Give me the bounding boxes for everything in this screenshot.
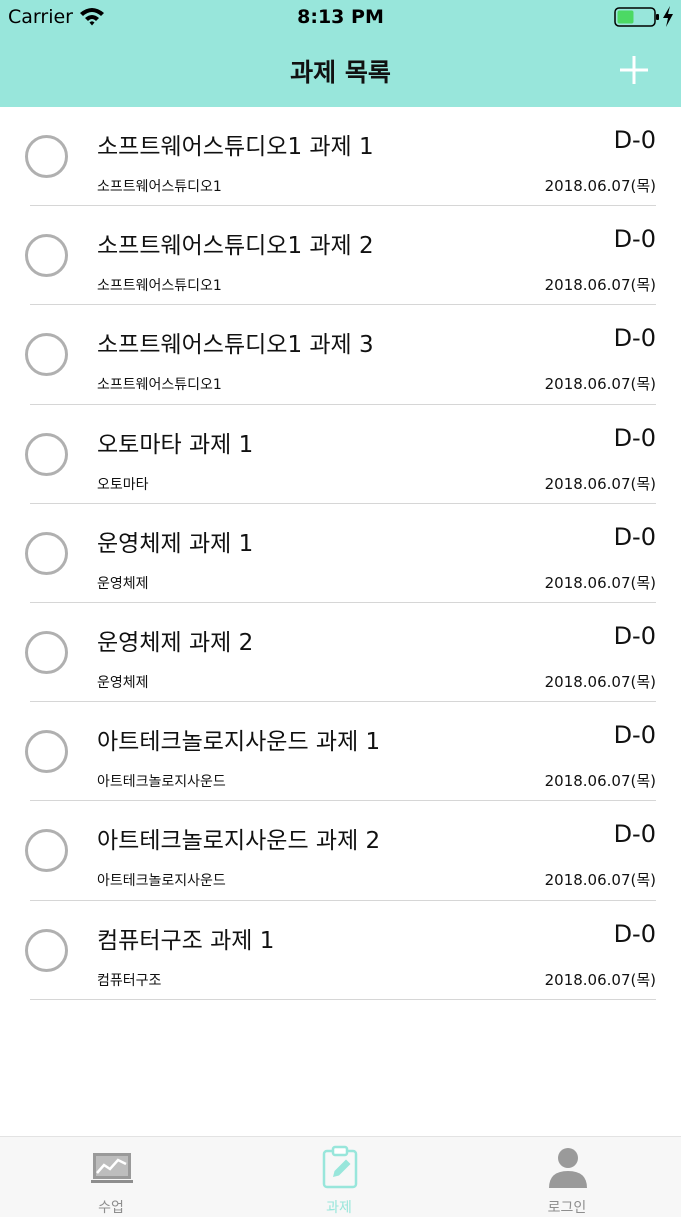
- assignment-row[interactable]: 소프트웨어스튜디오1 과제 3 D-0 소프트웨어스튜디오1 2018.06.0…: [0, 305, 681, 405]
- tab-assignments[interactable]: 과제: [279, 1137, 399, 1217]
- assignment-title: 운영체제 과제 2: [97, 629, 254, 656]
- assignment-row[interactable]: 오토마타 과제 1 D-0 오토마타 2018.06.07(목): [0, 405, 681, 504]
- tab-bar: 수업 과제 로그인: [0, 1136, 681, 1217]
- complete-checkbox[interactable]: [25, 333, 68, 377]
- due-date: 2018.06.07(목): [544, 672, 656, 691]
- complete-checkbox[interactable]: [25, 630, 68, 674]
- course-name: 소프트웨어스튜디오1: [97, 278, 222, 295]
- assignment-row[interactable]: 소프트웨어스튜디오1 과제 2 D-0 소프트웨어스튜디오1 2018.06.0…: [0, 206, 681, 306]
- battery-icon: [614, 7, 659, 27]
- tab-class[interactable]: 수업: [51, 1137, 171, 1217]
- course-name: 소프트웨어스튜디오1: [97, 179, 222, 195]
- clipboard-pencil-icon: [322, 1145, 358, 1189]
- navigation-header: Carrier 8:13 PM 과제 목록: [0, 0, 681, 107]
- complete-checkbox[interactable]: [25, 135, 68, 178]
- due-date: 2018.06.07(목): [544, 772, 656, 791]
- due-date: 2018.06.07(목): [544, 276, 656, 295]
- d-day-label: D-0: [613, 919, 656, 948]
- d-day-label: D-0: [613, 126, 656, 154]
- assignment-title: 소프트웨어스튜디오1 과제 1: [97, 134, 374, 160]
- assignment-row[interactable]: 운영체제 과제 2 D-0 운영체제 2018.06.07(목): [0, 603, 681, 703]
- course-name: 운영체제: [97, 575, 149, 592]
- course-name: 소프트웨어스튜디오1: [97, 377, 222, 394]
- complete-checkbox[interactable]: [25, 432, 68, 476]
- d-day-label: D-0: [613, 324, 656, 353]
- complete-checkbox[interactable]: [25, 531, 68, 575]
- d-day-label: D-0: [613, 820, 656, 849]
- assignment-row[interactable]: 운영체제 과제 1 D-0 운영체제 2018.06.07(목): [0, 504, 681, 603]
- assignment-title: 컴퓨터구조 과제 1: [97, 927, 275, 954]
- assignment-title: 소프트웨어스튜디오1 과제 3: [97, 332, 374, 359]
- charging-bolt-icon: [663, 6, 673, 27]
- tab-label: 수업: [98, 1200, 124, 1216]
- assignment-title: 아트테크놀로지사운드 과제 1: [97, 729, 381, 756]
- tab-login[interactable]: 로그인: [507, 1137, 627, 1217]
- due-date: 2018.06.07(목): [544, 474, 656, 493]
- assignment-list: 소프트웨어스튜디오1 과제 1 D-0 소프트웨어스튜디오1 2018.06.0…: [0, 107, 681, 1000]
- row-divider: [30, 998, 656, 1000]
- complete-checkbox[interactable]: [25, 730, 68, 774]
- assignment-title: 운영체제 과제 1: [97, 530, 254, 557]
- clock-time: 8:13 PM: [297, 6, 384, 28]
- due-date: 2018.06.07(목): [544, 573, 656, 592]
- page-title: 과제 목록: [290, 58, 391, 87]
- assignment-row[interactable]: 아트테크놀로지사운드 과제 1 D-0 아트테크놀로지사운드 2018.06.0…: [0, 702, 681, 802]
- assignment-title: 아트테크놀로지사운드 과제 2: [97, 828, 381, 855]
- plus-icon[interactable]: [614, 50, 654, 90]
- d-day-label: D-0: [613, 522, 656, 551]
- course-name: 컴퓨터구조: [97, 972, 162, 989]
- course-name: 운영체제: [97, 674, 149, 691]
- course-name: 아트테크놀로지사운드: [97, 774, 226, 791]
- assignment-row[interactable]: 컴퓨터구조 과제 1 D-0 컴퓨터구조 2018.06.07(목): [0, 901, 681, 1000]
- assignment-row[interactable]: 소프트웨어스튜디오1 과제 1 D-0 소프트웨어스튜디오1 2018.06.0…: [0, 107, 681, 207]
- d-day-label: D-0: [613, 721, 656, 750]
- d-day-label: D-0: [613, 621, 656, 650]
- tab-label: 로그인: [547, 1200, 587, 1216]
- chart-icon: [91, 1153, 133, 1183]
- d-day-label: D-0: [613, 423, 656, 452]
- due-date: 2018.06.07(목): [544, 970, 656, 989]
- d-day-label: D-0: [613, 225, 656, 254]
- assignment-title: 오토마타 과제 1: [97, 431, 254, 458]
- status-bar: Carrier 8:13 PM: [0, 0, 681, 36]
- due-date: 2018.06.07(목): [544, 375, 656, 394]
- due-date: 2018.06.07(목): [544, 871, 656, 890]
- complete-checkbox[interactable]: [25, 234, 68, 278]
- complete-checkbox[interactable]: [25, 928, 68, 972]
- due-date: 2018.06.07(목): [544, 177, 656, 195]
- assignment-row[interactable]: 아트테크놀로지사운드 과제 2 D-0 아트테크놀로지사운드 2018.06.0…: [0, 801, 681, 901]
- course-name: 오토마타: [97, 476, 149, 493]
- complete-checkbox[interactable]: [25, 829, 68, 873]
- assignment-title: 소프트웨어스튜디오1 과제 2: [97, 233, 374, 260]
- course-name: 아트테크놀로지사운드: [97, 873, 226, 890]
- person-icon: [549, 1148, 587, 1188]
- tab-label: 과제: [326, 1200, 352, 1216]
